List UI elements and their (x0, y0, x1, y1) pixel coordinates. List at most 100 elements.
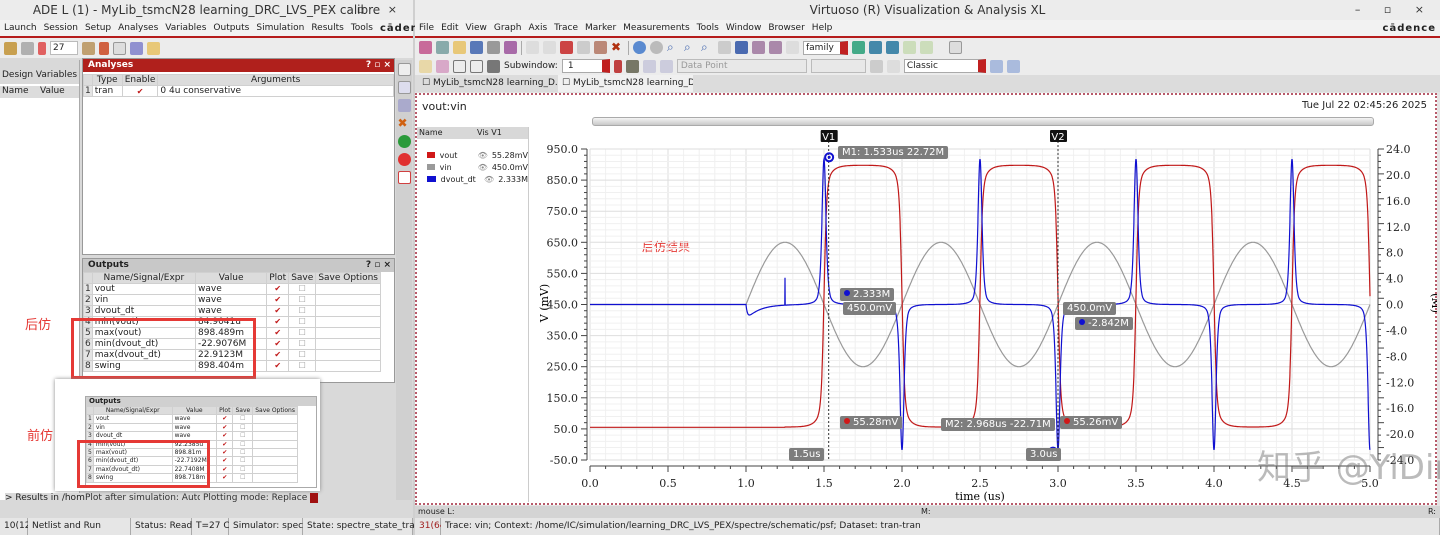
cut-icon[interactable] (560, 41, 573, 54)
move-down-icon[interactable] (660, 60, 673, 73)
plot-checkbox[interactable]: ✔ (267, 350, 289, 361)
delete-icon[interactable]: ✖ (611, 41, 624, 54)
v1-time-flag[interactable]: 1.5us (789, 448, 824, 461)
chart-mode-icon[interactable] (903, 41, 916, 54)
output-row[interactable]: 3dvout_dtwave✔☐ (84, 306, 381, 317)
open-icon[interactable] (453, 41, 466, 54)
menu-graph[interactable]: Graph (494, 23, 522, 33)
plot-checkbox[interactable]: ✔ (267, 328, 289, 339)
menu-edit[interactable]: Edit (441, 23, 458, 33)
save-checkbox[interactable]: ☐ (233, 432, 253, 440)
load-state-icon[interactable] (21, 42, 34, 55)
open-folder-icon[interactable] (147, 42, 160, 55)
menu-tools[interactable]: Tools (697, 23, 719, 33)
clipboard-icon[interactable] (504, 41, 517, 54)
v1-dvdt-flag[interactable]: 2.333M (840, 288, 894, 301)
dock-controls[interactable]: ? ▫ × (366, 259, 391, 272)
viva-window-controls[interactable]: – ▫ × (1355, 0, 1434, 20)
v1-vout-flag[interactable]: 55.28mV (840, 416, 902, 429)
copy-icon[interactable] (577, 41, 590, 54)
bar-chart-icon[interactable] (870, 60, 883, 73)
save-options-cell[interactable] (316, 350, 381, 361)
menu-measurements[interactable]: Measurements (623, 23, 689, 33)
v1-vin-flag[interactable]: 450.0mV (843, 302, 896, 315)
netlist-icon[interactable] (99, 42, 109, 55)
enable-checkbox[interactable]: ✔ (122, 86, 158, 97)
plotting-mode-select[interactable]: Plotting mode: Replace (203, 493, 318, 503)
zoom-out-icon[interactable]: ⌕ (701, 41, 714, 54)
temperature-input[interactable]: 27 (50, 41, 78, 55)
save-checkbox[interactable]: ☐ (233, 449, 253, 457)
save-options-cell[interactable] (253, 440, 298, 448)
plot-after-select[interactable]: Plot after simulation: Auto (85, 493, 200, 503)
analysis-row[interactable]: 1tran✔0 4u conservative (84, 86, 394, 97)
chart-mode2-icon[interactable] (920, 41, 933, 54)
save-checkbox[interactable]: ☐ (233, 423, 253, 431)
library-icon[interactable] (113, 42, 126, 55)
rows-icon[interactable] (453, 60, 466, 73)
save-options-cell[interactable] (253, 457, 298, 465)
new-window-icon[interactable] (419, 41, 432, 54)
menu-browser[interactable]: Browser (768, 23, 804, 33)
menu-outputs[interactable]: Outputs (213, 23, 249, 33)
blank-field[interactable] (811, 59, 866, 73)
redo-icon[interactable] (543, 41, 556, 54)
save-options-cell[interactable] (253, 415, 298, 423)
move-up-icon[interactable] (643, 60, 656, 73)
marker-flag-icon[interactable] (614, 60, 622, 73)
output-row[interactable]: 3dvout_dtwave✔☐ (87, 432, 298, 440)
marker-m2-label[interactable]: M2: 2.968us -22.71M (941, 418, 1055, 431)
menu-session[interactable]: Session (44, 23, 78, 33)
plot-checkbox[interactable]: ✔ (217, 432, 233, 440)
setup-model-icon[interactable] (82, 42, 95, 55)
menu-file[interactable]: File (419, 23, 434, 33)
menu-help[interactable]: Help (812, 23, 833, 33)
tab-1[interactable]: ☐ MyLib_tsmcN28 learning_D... (418, 75, 558, 92)
search-icon[interactable] (786, 41, 799, 54)
save-state-icon[interactable] (4, 42, 17, 55)
menu-simulation[interactable]: Simulation (256, 23, 304, 33)
plot-checkbox[interactable]: ✔ (217, 440, 233, 448)
menu-setup[interactable]: Setup (85, 23, 111, 33)
menu-results[interactable]: Results (311, 23, 344, 33)
menu-trace[interactable]: Trace (554, 23, 578, 33)
fit-icon[interactable] (735, 41, 748, 54)
menu-tools[interactable]: Tools (351, 23, 373, 33)
plot-checkbox[interactable]: ✔ (267, 361, 289, 372)
save-checkbox[interactable]: ☐ (289, 361, 316, 372)
new-subwindow-icon[interactable] (436, 41, 449, 54)
menu-variables[interactable]: Variables (165, 23, 206, 33)
plot-checkbox[interactable]: ✔ (267, 284, 289, 295)
plot-outputs-icon[interactable] (398, 171, 411, 184)
stop-icon[interactable] (398, 153, 411, 166)
save-checkbox[interactable]: ☐ (289, 295, 316, 306)
plot-checkbox[interactable]: ✔ (217, 474, 233, 482)
plot-checkbox[interactable]: ✔ (217, 423, 233, 431)
paste-icon[interactable] (594, 41, 607, 54)
save-checkbox[interactable]: ☐ (233, 474, 253, 482)
data-point-field[interactable]: Data Point (677, 59, 807, 73)
col-value[interactable]: Value (35, 86, 65, 98)
plot-checkbox[interactable]: ✔ (267, 317, 289, 328)
tab-2[interactable]: ☐ MyLib_tsmcN28 learning_D... × (558, 75, 693, 92)
ade-window-controls[interactable]: – ▫ × (328, 0, 407, 20)
wand-icon[interactable] (419, 60, 432, 73)
save-options-cell[interactable] (253, 465, 298, 473)
zoom-y-icon[interactable] (769, 41, 782, 54)
v2-vout-flag[interactable]: 55.26mV (1060, 416, 1122, 429)
save-options-cell[interactable] (316, 339, 381, 350)
menu-analyses[interactable]: Analyses (118, 23, 158, 33)
v2-vin-flag[interactable]: 450.0mV (1063, 302, 1116, 315)
print-icon[interactable] (487, 41, 500, 54)
col-name[interactable]: Name (0, 86, 35, 98)
annotation-icon[interactable] (626, 60, 639, 73)
save-checkbox[interactable]: ☐ (233, 440, 253, 448)
v2-dvdt-flag[interactable]: -2.842M (1075, 317, 1133, 330)
table-icon[interactable] (949, 41, 962, 54)
plot-checkbox[interactable]: ✔ (267, 339, 289, 350)
output-row[interactable]: 2vinwave✔☐ (84, 295, 381, 306)
plot-checkbox[interactable]: ✔ (217, 465, 233, 473)
save-options-cell[interactable] (253, 423, 298, 431)
save-checkbox[interactable]: ☐ (233, 465, 253, 473)
grid-icon[interactable] (487, 60, 500, 73)
